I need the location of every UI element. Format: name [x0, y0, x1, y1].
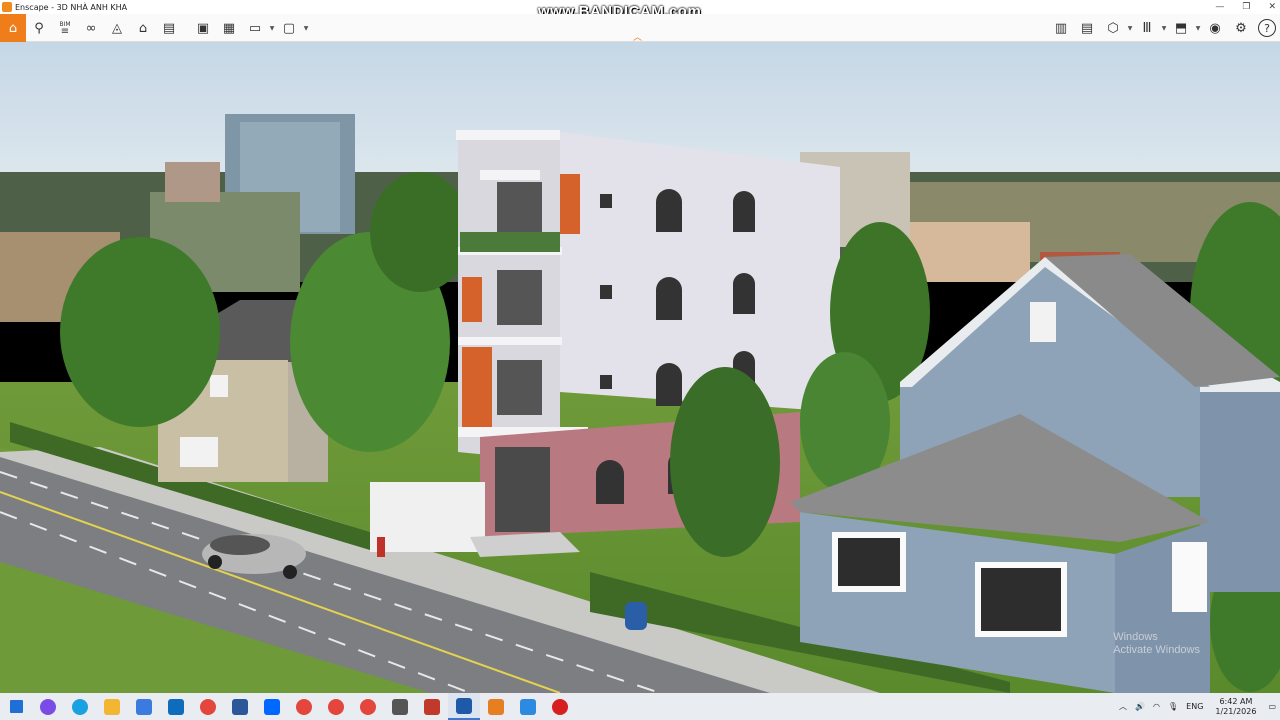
sketchup-icon[interactable]: [416, 693, 448, 720]
copilot-icon[interactable]: [32, 693, 64, 720]
export-video-icon[interactable]: ▭: [242, 15, 268, 41]
panorama-icon[interactable]: ▤: [1074, 15, 1100, 41]
revit-icon[interactable]: [448, 693, 480, 720]
windows-activation-title: Windows: [1113, 631, 1158, 643]
chrome-icon[interactable]: [288, 693, 320, 720]
clock-date: 1/21/2026: [1215, 706, 1257, 716]
upload-icon[interactable]: ⬒: [1168, 15, 1194, 41]
chevron-down-icon[interactable]: ▼: [268, 25, 276, 32]
chrome-icon[interactable]: [352, 693, 384, 720]
home-icon[interactable]: ⌂: [0, 14, 26, 42]
system-tray: ︿ 🔊 ◠ 🎙 ENG 6:42 AM 1/21/2026 ▭: [1115, 693, 1280, 720]
settings-icon[interactable]: ⚙: [1228, 15, 1254, 41]
clock[interactable]: 6:42 AM 1/21/2026: [1215, 697, 1256, 717]
volume-icon[interactable]: 🔊: [1135, 702, 1145, 711]
chrome-icon[interactable]: [192, 693, 224, 720]
asset-library-icon[interactable]: ⬡: [1100, 15, 1126, 41]
windows-taskbar: ︿ 🔊 ◠ 🎙 ENG 6:42 AM 1/21/2026 ▭: [0, 693, 1280, 720]
edge-icon[interactable]: [64, 693, 96, 720]
map-icon[interactable]: ▥: [1048, 15, 1074, 41]
file-explorer-icon[interactable]: [96, 693, 128, 720]
calculator-icon[interactable]: [384, 693, 416, 720]
bandicam-icon[interactable]: [544, 693, 576, 720]
notification-icon[interactable]: ▭: [1268, 702, 1276, 711]
wifi-icon[interactable]: ◠: [1153, 702, 1160, 711]
export-panorama-icon[interactable]: ▢: [276, 15, 302, 41]
binoculars-icon[interactable]: ∞: [78, 15, 104, 41]
building-icon[interactable]: ⌂: [130, 15, 156, 41]
chevron-down-icon[interactable]: ▼: [1126, 25, 1134, 32]
maximize-icon[interactable]: ❐: [1242, 2, 1250, 12]
start-icon[interactable]: [0, 693, 32, 720]
clapboard-icon[interactable]: ▤: [156, 15, 182, 41]
photos-icon[interactable]: [512, 693, 544, 720]
windows-activation-text: Activate Windows: [1113, 644, 1200, 656]
orbit-icon[interactable]: ◬: [104, 15, 130, 41]
chevron-down-icon[interactable]: ▼: [1160, 25, 1168, 32]
help-icon[interactable]: ?: [1258, 19, 1276, 37]
bim-icon[interactable]: BIM ≡: [52, 15, 78, 41]
windows-activation-notice: Windows Activate Windows: [1113, 631, 1200, 657]
window-controls: — ❐ ✕: [1215, 0, 1276, 14]
batch-render-icon[interactable]: ▦: [216, 15, 242, 41]
chrome-icon[interactable]: [320, 693, 352, 720]
outlook-icon[interactable]: [160, 693, 192, 720]
close-icon[interactable]: ✕: [1268, 2, 1276, 12]
microphone-icon[interactable]: 🎙: [1168, 702, 1178, 711]
chevron-up-icon[interactable]: ︿: [1119, 701, 1127, 712]
visual-settings-icon[interactable]: ◉: [1202, 15, 1228, 41]
material-icon[interactable]: Ⅲ: [1134, 15, 1160, 41]
location-pin-icon[interactable]: ⚲: [26, 15, 52, 41]
screenshot-icon[interactable]: ▣: [190, 15, 216, 41]
window-title: Enscape - 3D NHÀ ANH KHA: [15, 2, 128, 12]
store-icon[interactable]: [128, 693, 160, 720]
enscape-icon[interactable]: [480, 693, 512, 720]
enscape-logo-icon: [2, 2, 12, 12]
enscape-toolbar: ⌂ ⚲ BIM ≡ ∞ ◬ ⌂ ▤ ▣ ▦ ▭ ▼ ▢ ▼ ︿ ▥ ▤ ⬡ ▼ Ⅲ…: [0, 14, 1280, 43]
zalo-icon[interactable]: [256, 693, 288, 720]
scene-render: [0, 42, 1280, 693]
chevron-down-icon[interactable]: ▼: [302, 25, 310, 32]
word-icon[interactable]: [224, 693, 256, 720]
render-viewport[interactable]: Windows Activate Windows: [0, 42, 1280, 693]
minimize-icon[interactable]: —: [1215, 2, 1224, 12]
language-indicator[interactable]: ENG: [1186, 702, 1203, 711]
chevron-down-icon[interactable]: ▼: [1194, 25, 1202, 32]
clock-time: 6:42 AM: [1219, 696, 1253, 706]
